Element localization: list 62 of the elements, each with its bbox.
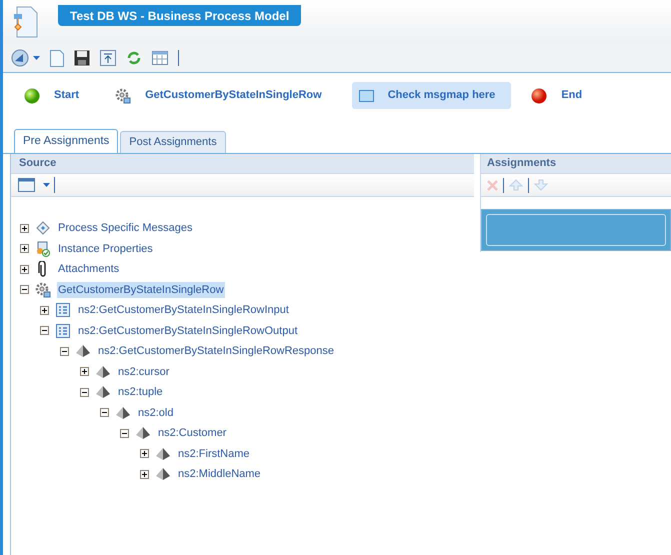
panel-header: Source [11, 154, 474, 174]
window-title: Test DB WS - Business Process Model [58, 5, 302, 26]
tree-item[interactable]: Process Specific Messages [57, 220, 194, 236]
expand-icon[interactable] [20, 224, 29, 233]
pyramid-icon [95, 385, 111, 400]
collapse-icon[interactable] [20, 285, 29, 294]
collapse-icon[interactable] [80, 388, 89, 397]
pyramid-icon [75, 344, 91, 358]
dropdown-icon[interactable] [33, 56, 40, 60]
paperclip-icon [38, 261, 48, 278]
window-icon [358, 90, 374, 102]
tree-item[interactable]: ns2:GetCustomerByStateInSingleRowOutput [77, 322, 299, 339]
pyramid-icon [95, 364, 111, 379]
tree-item[interactable]: GetCustomerByStateInSingleRow [57, 282, 225, 298]
tree-item[interactable]: ns2:GetCustomerByStateInSingleRowResponse [97, 343, 336, 360]
process-icon[interactable] [11, 49, 29, 67]
properties-icon [35, 240, 51, 257]
table-icon [56, 303, 70, 318]
flow-step[interactable]: End [525, 82, 598, 109]
tree-item[interactable]: ns2:cursor [117, 364, 170, 380]
gear-icon [35, 282, 51, 298]
collapse-icon[interactable] [120, 428, 129, 438]
pyramid-icon [115, 406, 131, 420]
tree-item[interactable]: ns2:FirstName [177, 446, 251, 462]
pyramid-icon [155, 446, 171, 461]
document-icon[interactable] [50, 50, 64, 66]
gear-icon [115, 88, 132, 104]
panel-header: Assignments [481, 154, 671, 174]
tree-item[interactable]: ns2:Customer [157, 425, 228, 442]
expand-icon[interactable] [140, 470, 149, 479]
expand-icon[interactable] [80, 367, 89, 376]
expand-icon[interactable] [40, 306, 49, 315]
tree-item[interactable]: Attachments [57, 261, 120, 278]
pyramid-icon [155, 467, 171, 482]
pyramid-icon [135, 426, 151, 440]
tree-item[interactable]: Instance Properties [57, 240, 154, 257]
document-flow-icon [13, 6, 39, 38]
tree-item[interactable]: ns2:old [137, 404, 174, 421]
expand-icon[interactable] [20, 244, 29, 254]
tree-item[interactable]: ns2:MiddleName [177, 466, 262, 482]
upload-icon[interactable] [100, 50, 116, 66]
collapse-icon[interactable] [60, 346, 69, 356]
flow-step[interactable]: Check msgmap here [352, 82, 512, 109]
diamond-icon [36, 221, 50, 236]
calendar-icon[interactable] [152, 51, 168, 65]
refresh-icon[interactable] [126, 50, 142, 66]
flow-step[interactable]: GetCustomerByStateInSingleRow [109, 82, 338, 109]
expand-icon[interactable] [20, 264, 29, 274]
table-icon [56, 324, 70, 338]
tree-item[interactable]: ns2:GetCustomerByStateInSingleRowInput [77, 302, 290, 318]
collapse-icon[interactable] [40, 326, 49, 336]
tab[interactable]: Post Assignments [120, 131, 226, 153]
tree-item[interactable]: ns2:tuple [117, 384, 164, 400]
save-icon[interactable] [74, 50, 90, 66]
tab[interactable]: Pre Assignments [14, 129, 118, 153]
expand-icon[interactable] [140, 449, 149, 458]
dropdown-icon[interactable] [43, 183, 50, 187]
window-icon[interactable] [18, 178, 35, 192]
end-circle-icon [531, 88, 548, 104]
collapse-icon[interactable] [100, 408, 109, 418]
flow-step[interactable]: Start [18, 82, 96, 109]
start-circle-icon [24, 88, 40, 104]
